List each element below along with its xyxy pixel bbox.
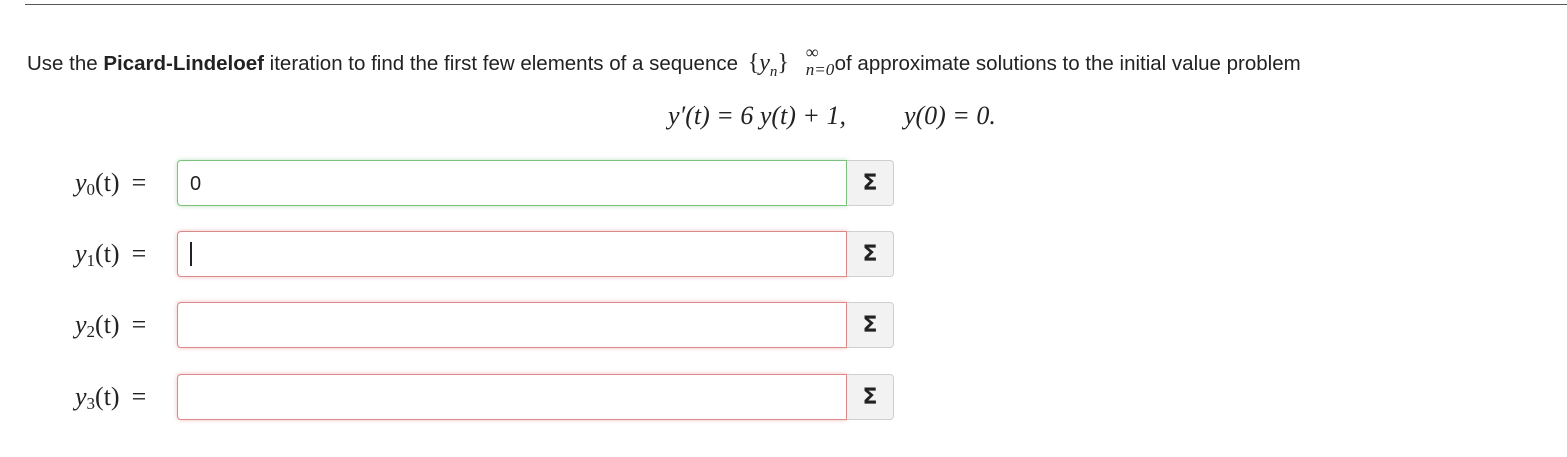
sigma-icon: Σ — [862, 242, 878, 267]
row-label-y3: y3(t) = — [75, 382, 147, 413]
equation-editor-button-y2[interactable]: Σ — [847, 302, 894, 348]
row-label-y0: y0(t) = — [75, 168, 147, 199]
sigma-icon: Σ — [862, 171, 878, 196]
row-label-y1: y1(t) = — [75, 239, 147, 270]
sigma-icon: Σ — [862, 313, 878, 338]
seq-open-brace: { — [747, 50, 760, 76]
problem-page: Use the Picard-Lindeloef iteration to fi… — [0, 0, 1567, 457]
method-name: Picard-Lindeloef — [103, 52, 264, 75]
initial-condition: y(0) = 0. — [903, 101, 996, 130]
answer-value-y0: 0 — [190, 173, 202, 195]
prompt-text-before: Use the — [27, 52, 104, 75]
ode-equation: y′(t) = 6 y(t) + 1, — [668, 101, 846, 130]
seq-variable: y — [759, 50, 770, 76]
equation-editor-button-y3[interactable]: Σ — [847, 374, 894, 420]
seq-close-brace: } — [777, 50, 789, 76]
answer-input-y1[interactable] — [177, 231, 847, 277]
problem-statement: Use the Picard-Lindeloef iteration to fi… — [27, 42, 1301, 81]
row-label-y2: y2(t) = — [75, 310, 147, 341]
prompt-text-middle: iteration to find the first few elements… — [263, 52, 744, 75]
answer-input-y0[interactable]: 0 — [177, 160, 847, 206]
top-divider — [25, 4, 1567, 5]
answer-input-y3[interactable] — [177, 374, 847, 420]
prompt-text-after: of approximate solutions to the initial … — [828, 52, 1301, 75]
answer-input-y2[interactable] — [177, 302, 847, 348]
sigma-icon: Σ — [862, 385, 878, 410]
sequence-notation: {yn} ∞ n=0 — [747, 42, 834, 81]
equation-editor-button-y0[interactable]: Σ — [847, 160, 894, 206]
initial-value-problem: y′(t) = 6 y(t) + 1, y(0) = 0. — [668, 101, 996, 131]
equation-editor-button-y1[interactable]: Σ — [847, 231, 894, 277]
text-cursor — [190, 242, 192, 266]
seq-lower-limit: n=0 — [805, 60, 835, 79]
